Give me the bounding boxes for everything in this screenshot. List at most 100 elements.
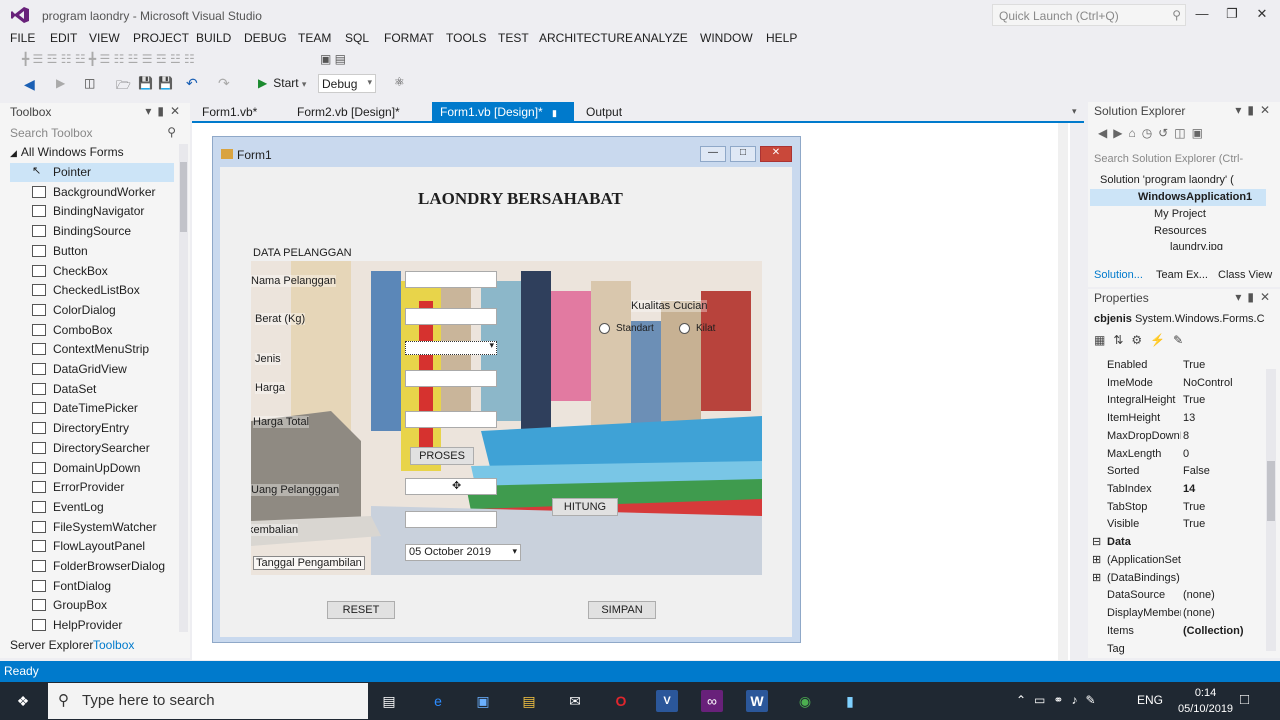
- tab-output[interactable]: Output: [578, 102, 630, 122]
- property-row[interactable]: Enabled True: [1088, 357, 1264, 375]
- toolbox-item[interactable]: Button: [10, 242, 174, 261]
- menu-file[interactable]: FILE: [10, 31, 35, 45]
- property-row[interactable]: TabStop True: [1088, 499, 1264, 517]
- textbox-harga-total[interactable]: [405, 411, 497, 428]
- edge-icon[interactable]: e: [427, 690, 449, 712]
- toolbox-item[interactable]: DateTimePicker: [10, 399, 174, 418]
- task-view-icon[interactable]: ▤: [378, 690, 400, 712]
- toolbox-item[interactable]: FlowLayoutPanel: [10, 537, 174, 556]
- tab-solution[interactable]: Solution...: [1094, 269, 1143, 281]
- tab-team-explorer[interactable]: Team Ex...: [1156, 269, 1208, 281]
- menu-team[interactable]: TEAM: [298, 31, 331, 45]
- toolbox-item[interactable]: CheckBox: [10, 262, 174, 281]
- textbox-kembalian[interactable]: [405, 511, 497, 528]
- visual-studio-taskbar-icon[interactable]: ∞: [701, 690, 723, 712]
- property-row[interactable]: MaxLength 0: [1088, 446, 1264, 464]
- undo-icon[interactable]: ↶: [186, 75, 198, 92]
- toolbox-scrollbar[interactable]: [179, 144, 188, 632]
- menu-view[interactable]: VIEW: [89, 31, 120, 45]
- tab-form1-code[interactable]: Form1.vb*: [194, 102, 265, 122]
- save-icon[interactable]: 💾: [138, 76, 153, 90]
- simpan-button[interactable]: SIMPAN: [588, 601, 656, 619]
- menu-edit[interactable]: EDIT: [50, 31, 77, 45]
- property-row[interactable]: TabIndex 14: [1088, 481, 1264, 499]
- reset-button[interactable]: RESET: [327, 601, 395, 619]
- menu-sql[interactable]: SQL: [345, 31, 369, 45]
- tree-laundry-jpg[interactable]: laundry.jpg: [1170, 241, 1223, 250]
- proses-button[interactable]: PROSES: [410, 447, 474, 465]
- tree-my-project[interactable]: My Project: [1154, 208, 1206, 220]
- property-row[interactable]: ItemHeight 13: [1088, 410, 1264, 428]
- form-maximize-button[interactable]: □: [730, 146, 756, 162]
- toolbox-search-input[interactable]: Search Toolbox ⚲: [8, 123, 182, 143]
- toolbox-item[interactable]: FolderBrowserDialog: [10, 557, 174, 576]
- toolbox-item[interactable]: DirectorySearcher: [10, 439, 174, 458]
- properties-object-selector[interactable]: cbjenis System.Windows.Forms.C: [1094, 313, 1274, 325]
- toolbox-item[interactable]: ContextMenuStrip: [10, 340, 174, 359]
- panel-controls-icon[interactable]: ▾▮✕: [1235, 290, 1276, 304]
- start-debug-button[interactable]: ▶ Start ▾: [258, 76, 306, 90]
- property-row[interactable]: DisplayMember (none): [1088, 605, 1264, 623]
- tab-server-explorer[interactable]: Server Explorer: [10, 638, 93, 652]
- store-icon[interactable]: ▣: [472, 690, 494, 712]
- toolbox-item[interactable]: HelpProvider: [10, 616, 174, 635]
- menu-build[interactable]: BUILD: [196, 31, 231, 45]
- menu-test[interactable]: TEST: [498, 31, 529, 45]
- panel-controls-icon[interactable]: ▾▮✕: [1235, 103, 1276, 117]
- toolbox-item[interactable]: BindingNavigator: [10, 202, 174, 221]
- menu-project[interactable]: PROJECT: [133, 31, 189, 45]
- language-indicator[interactable]: ENG: [1137, 693, 1163, 707]
- quick-launch-input[interactable]: Quick Launch (Ctrl+Q) ⚲: [992, 4, 1186, 26]
- property-row[interactable]: ⊞ (ApplicationSettings): [1088, 552, 1264, 570]
- solution-search-input[interactable]: Search Solution Explorer (Ctrl-: [1092, 150, 1274, 169]
- visio-icon[interactable]: V: [656, 690, 678, 712]
- solution-toolbar-icons[interactable]: ◀▶⌂◷↺◫▣: [1098, 126, 1209, 140]
- textbox-harga[interactable]: [405, 370, 497, 387]
- category-data[interactable]: ⊟ Data: [1088, 534, 1264, 552]
- pin-icon[interactable]: ▮: [552, 108, 557, 118]
- toolbox-item[interactable]: DataSet: [10, 380, 174, 399]
- property-row[interactable]: IntegralHeight True: [1088, 392, 1264, 410]
- property-row[interactable]: Items (Collection): [1088, 623, 1264, 641]
- system-tray-icons[interactable]: ⌃▭⚭♪✎: [1016, 693, 1104, 707]
- toolbox-item[interactable]: BackgroundWorker: [10, 183, 174, 202]
- mail-icon[interactable]: ✉: [564, 690, 586, 712]
- taskbar-clock[interactable]: 0:14 05/10/2019: [1178, 685, 1233, 717]
- menu-format[interactable]: FORMAT: [384, 31, 434, 45]
- tab-form1-design[interactable]: Form1.vb [Design]* ▮ ✕: [432, 102, 574, 133]
- textbox-berat[interactable]: [405, 308, 497, 325]
- property-row[interactable]: ImeMode NoControl: [1088, 375, 1264, 393]
- properties-scrollbar[interactable]: [1266, 369, 1276, 651]
- tab-toolbox[interactable]: Toolbox: [93, 638, 134, 652]
- minimize-button[interactable]: —: [1192, 6, 1212, 24]
- combobox-jenis[interactable]: ▾: [405, 340, 497, 355]
- property-row[interactable]: Sorted False: [1088, 463, 1264, 481]
- toolbox-item[interactable]: FontDialog: [10, 577, 174, 596]
- menu-debug[interactable]: DEBUG: [244, 31, 287, 45]
- panel-controls-icon[interactable]: ▾▮✕: [145, 104, 186, 118]
- form-minimize-button[interactable]: —: [700, 146, 726, 162]
- restore-button[interactable]: ❐: [1222, 6, 1242, 24]
- tree-resources[interactable]: Resources: [1154, 225, 1207, 237]
- datetimepicker-tanggal[interactable]: 05 October 2019 ▾: [405, 544, 521, 561]
- tab-order-icon[interactable]: ▣ ▤: [320, 52, 346, 66]
- close-window-button[interactable]: ✕: [1252, 6, 1272, 24]
- properties-toolbar-icons[interactable]: ▦⇅⚙⚡✎: [1094, 333, 1191, 347]
- word-icon[interactable]: W: [746, 690, 768, 712]
- tree-solution[interactable]: Solution 'program laondry' (: [1100, 174, 1234, 186]
- textbox-nama[interactable]: [405, 271, 497, 288]
- tab-class-view[interactable]: Class View: [1218, 269, 1272, 281]
- menu-analyze[interactable]: ANALYZE: [634, 31, 688, 45]
- toolbox-item[interactable]: DomainUpDown: [10, 459, 174, 478]
- expand-icon[interactable]: ⊞: [1092, 553, 1101, 566]
- menu-help[interactable]: HELP: [766, 31, 797, 45]
- chrome-icon[interactable]: ◉: [794, 690, 816, 712]
- radio-standart[interactable]: Standart: [599, 323, 654, 334]
- find-icon[interactable]: ⚛: [394, 75, 405, 89]
- menu-tools[interactable]: TOOLS: [446, 31, 486, 45]
- tab-overflow-icon[interactable]: ▾: [1072, 106, 1077, 117]
- solution-config-select[interactable]: Debug ▾: [318, 74, 376, 93]
- form1-window[interactable]: Form1 — □ ✕ LAONDRY BERSAHABAT Nama Pela…: [212, 136, 801, 643]
- tab-form2-design[interactable]: Form2.vb [Design]*: [289, 102, 408, 122]
- property-row[interactable]: DataSource (none): [1088, 587, 1264, 605]
